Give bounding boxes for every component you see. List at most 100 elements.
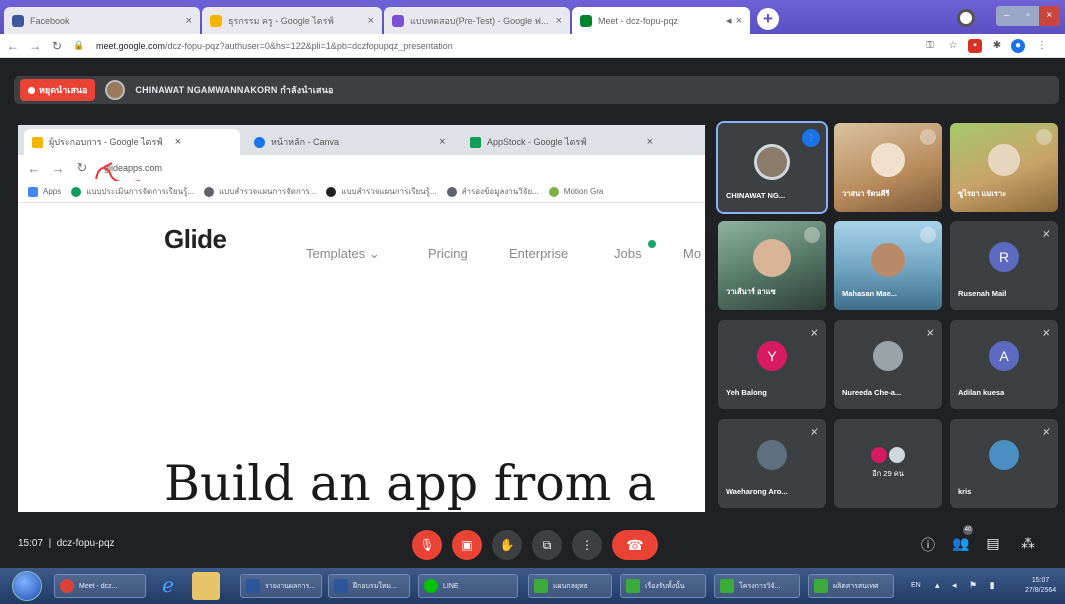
menu-icon[interactable]: ⋮ <box>1035 39 1049 53</box>
stop-presenting-button[interactable]: หยุดนำเสนอ <box>20 79 96 101</box>
browser-tab-facebook[interactable]: Facebook × <box>4 7 200 34</box>
raise-hand-button[interactable]: ✋ <box>492 530 522 560</box>
more-options-icon[interactable] <box>920 227 936 243</box>
nav-jobs: Jobs <box>614 246 642 261</box>
participant-tile[interactable]: ✕̸ Nureeda Che-a... <box>834 320 942 409</box>
participant-tile[interactable]: Mahasan Mae... <box>834 221 942 310</box>
participant-tile[interactable]: A ✕̸ Adilan kuesa <box>950 320 1058 409</box>
more-options-button[interactable]: ⋮ <box>572 530 602 560</box>
tray-clock[interactable]: 15:07 27/8/2564 <box>1025 576 1056 596</box>
close-icon[interactable]: × <box>736 15 742 27</box>
close-window-button[interactable]: × <box>1038 6 1060 26</box>
puzzle-icon[interactable]: ✱ <box>990 39 1004 53</box>
participant-tile[interactable]: ✕̸ kris <box>950 419 1058 508</box>
taskbar-item-label: LINE <box>443 582 459 590</box>
participant-avatar <box>871 446 888 463</box>
system-tray: EN ▴ ◂ ⚑ ▮ 15:07 27/8/2564 <box>905 568 1065 604</box>
taskbar-item-word-2[interactable]: ฝึกอบรมใหม... <box>328 574 410 598</box>
close-icon[interactable]: × <box>368 15 374 27</box>
more-options-icon[interactable] <box>1036 129 1052 145</box>
browser-tab-title: Facebook <box>30 15 70 26</box>
forward-icon[interactable]: → <box>26 39 44 53</box>
participant-tile[interactable]: วาสนา รัตนคีรี <box>834 123 942 212</box>
browser-tab-drive[interactable]: ธุรกรรม ครู - Google ไดรฟ์ × <box>202 7 382 34</box>
stop-presenting-label: หยุดนำเสนอ <box>39 85 88 95</box>
bookmark-icon <box>446 186 457 197</box>
extension-icon[interactable]: ▪ <box>968 39 982 53</box>
participant-tile[interactable]: ✕̸ Waeharong Aro... <box>718 419 826 508</box>
mic-toggle-button[interactable]: 🎙 <box>412 530 442 560</box>
tray-icons[interactable]: ▴ ◂ ⚑ ▮ <box>935 580 1000 591</box>
participant-tile[interactable]: R ✕̸ Rusenah Mail <box>950 221 1058 310</box>
taskbar-item-word-1[interactable]: รายงานผลการ... <box>240 574 322 598</box>
participant-tile[interactable]: ซูไรยา แมเราะ <box>950 123 1058 212</box>
browser-tab-meet[interactable]: Meet - dcz-fopu-pqz ◂ × <box>572 7 750 34</box>
back-icon[interactable]: ← <box>4 39 22 53</box>
participant-name: ซูไรยา แมเราะ <box>958 189 1007 198</box>
nav-templates: Templates ⌄ <box>306 246 380 261</box>
shared-tab-title: ผู้ประกอบการ - Google ไดรฟ์ <box>49 137 163 147</box>
meeting-code: dcz-fopu-pqz <box>56 538 115 549</box>
chat-icon: ▤ <box>986 535 1000 551</box>
activities-icon: ⁂ <box>1021 535 1035 551</box>
group-icon <box>626 579 640 593</box>
back-icon: ← <box>27 160 41 176</box>
star-icon[interactable]: ☆ <box>946 39 960 53</box>
more-options-icon[interactable] <box>920 129 936 145</box>
new-tab-button[interactable]: + <box>757 8 779 30</box>
maximize-button[interactable]: ▫ <box>1017 6 1038 26</box>
chrome-icon <box>60 579 74 593</box>
minimize-button[interactable]: – <box>996 6 1017 26</box>
internet-explorer-icon[interactable]: ℯ <box>154 572 182 600</box>
url-path: /dcz-fopu-pqz?authuser=0&hs=122&pli=1&pb… <box>165 40 453 51</box>
profile-icon[interactable] <box>957 9 975 27</box>
participant-tile[interactable]: Y ✕̸ Yeh Balong <box>718 320 826 409</box>
participant-name: Adilan kuesa <box>958 388 1005 397</box>
account-avatar[interactable]: ● <box>1011 39 1025 53</box>
nav-more: Mo <box>683 246 702 261</box>
lock-icon[interactable]: 🔒 <box>70 40 88 51</box>
mic-off-icon: ✕̸ <box>1042 229 1050 239</box>
language-indicator[interactable]: EN <box>911 582 921 589</box>
shared-tab-title: หน้าหลัก - Canva <box>271 137 340 147</box>
taskbar-item-line[interactable]: LINE <box>418 574 518 598</box>
shared-screen: ผู้ประกอบการ - Google ไดรฟ์ × หน้าหลัก -… <box>18 125 705 512</box>
activities-button[interactable]: ⁂ <box>1018 535 1038 552</box>
reload-icon: ↻ <box>76 160 88 175</box>
more-options-icon[interactable] <box>804 227 820 243</box>
reload-icon[interactable]: ↻ <box>48 39 66 53</box>
key-icon[interactable]: ⚿ <box>923 39 937 53</box>
more-participants-tile[interactable]: อีก 29 คน <box>834 419 942 508</box>
taskbar-item-teams-3[interactable]: โครงการวิจั... <box>714 574 800 598</box>
shared-tab-title: AppStock - Google ไดรฟ์ <box>487 137 587 147</box>
bookmark-label: แบบสำรวจแผนการเรียนรู้... <box>341 187 437 196</box>
browser-tab-title: แบบทดสอบ(Pre-Test) - Google ฟ... <box>410 15 549 26</box>
taskbar-item-teams-4[interactable]: ผลิตสารสนเทศ <box>808 574 894 598</box>
start-button[interactable] <box>12 571 42 601</box>
taskbar-item-teams-2[interactable]: เรื่องรับทั้งนั้น <box>620 574 706 598</box>
nav-enterprise: Enterprise <box>509 246 569 261</box>
url-field[interactable]: meet.google.com/dcz-fopu-pqz?authuser=0&… <box>96 41 856 51</box>
participant-tile[interactable]: วาเส้นาร์ อาแซ <box>718 221 826 310</box>
close-icon[interactable]: × <box>556 15 562 27</box>
meeting-clock: 15:07 <box>18 538 44 549</box>
chat-button[interactable]: ▤ <box>983 535 1003 552</box>
taskbar-item-teams-1[interactable]: แผนกลยุทธ <box>528 574 612 598</box>
browser-tab-forms[interactable]: แบบทดสอบ(Pre-Test) - Google ฟ... × <box>384 7 570 34</box>
taskbar-item-label: รายงานผลการ... <box>265 582 316 590</box>
participant-tile[interactable]: ⫶ CHINAWAT NG... <box>716 121 828 214</box>
close-icon[interactable]: × <box>186 15 192 27</box>
mic-off-icon: 🎙 <box>419 538 435 552</box>
jobs-badge <box>646 238 658 250</box>
shared-url: glideapps.com <box>95 162 162 184</box>
camera-off-icon: ▣ <box>461 538 473 552</box>
participant-name: CHINAWAT NG... <box>726 191 786 200</box>
camera-toggle-button[interactable]: ▣ <box>452 530 482 560</box>
file-explorer-icon[interactable] <box>192 572 220 600</box>
taskbar-item-chrome[interactable]: Meet - dcz... <box>54 574 146 598</box>
participant-avatar <box>888 446 905 463</box>
people-button[interactable]: 👥 <box>951 535 971 552</box>
meeting-details-button[interactable]: ⓘ <box>918 535 938 555</box>
present-button[interactable]: ⧉ <box>532 530 562 560</box>
leave-call-button[interactable]: ☎ <box>612 530 658 560</box>
